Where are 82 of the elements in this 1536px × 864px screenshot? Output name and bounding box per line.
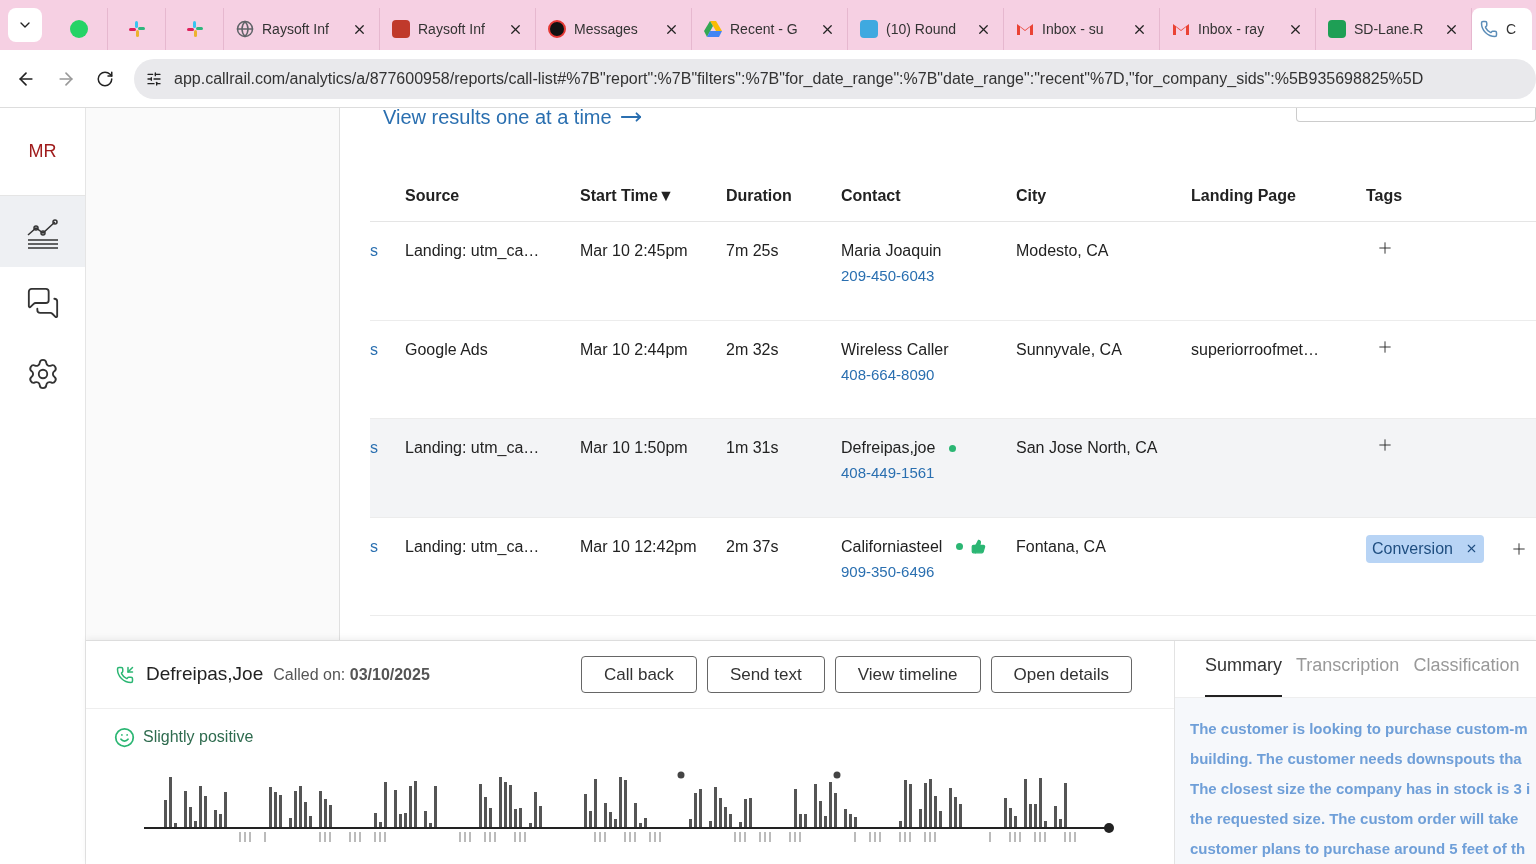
logo-icon: [392, 20, 410, 38]
phone-icon: [1480, 20, 1498, 38]
table-cell-text: Landing: utm_ca…: [405, 241, 541, 261]
tab-title: Raysoft Inf: [262, 19, 330, 39]
table-cell-text: Mar 10 1:50pm: [580, 438, 689, 458]
contact-name: Wireless Caller: [841, 339, 949, 360]
summary-line: building. The customer needs downspouts tha: [1190, 749, 1523, 769]
table-cell-text: 1m 31s: [726, 438, 780, 458]
contact-name: Californiasteel: [841, 536, 943, 557]
tab-title: (10) Round: [886, 19, 958, 39]
column-header[interactable]: Duration: [726, 183, 792, 208]
view-results-link[interactable]: View results one at a time: [383, 108, 642, 128]
table-cell-text: s: [370, 536, 379, 557]
table-cell-text: 7m 25s: [726, 241, 780, 261]
summary-line: the requested size. The custom order will take: [1190, 809, 1520, 829]
site-settings-icon[interactable]: [146, 70, 162, 87]
chat-icon: [25, 285, 60, 320]
action-button[interactable]: Call back: [580, 656, 697, 693]
table-cell-text: San Jose North, CA: [1016, 438, 1159, 458]
column-header[interactable]: Contact: [841, 183, 901, 208]
pinwheel-icon: [185, 20, 204, 38]
table-cell-text: s: [370, 241, 379, 261]
pinwheel-icon: [127, 20, 146, 38]
tab-title: Inbox - su: [1042, 19, 1105, 39]
tab-title: Inbox - ray: [1198, 19, 1266, 39]
incoming-call-icon: [116, 665, 134, 684]
globe-icon: [236, 20, 254, 38]
action-button[interactable]: View timeline: [834, 656, 981, 693]
phone-link[interactable]: 408-664-8090: [841, 363, 935, 386]
tag-label: Conversion: [1372, 538, 1453, 559]
table-cell-text: Fontana, CA: [1016, 536, 1107, 557]
table-cell-text: Landing: utm_ca…: [405, 438, 541, 458]
tab-title: C: [1506, 19, 1517, 39]
phone-link[interactable]: 408-449-1561: [841, 462, 935, 485]
summary-line: The closest size the company has in stock is 3 i: [1190, 779, 1532, 799]
summary-line: The customer is looking to purchase custom-m: [1190, 719, 1529, 739]
table-cell-text: 2m 32s: [726, 339, 780, 360]
phone-link[interactable]: 209-450-6043: [841, 265, 935, 288]
table-cell-text: Sunnyvale, CA: [1016, 339, 1123, 360]
called-on-text: Called on: 03/10/2025: [273, 664, 430, 685]
account-initials[interactable]: MR: [28, 138, 57, 165]
contact-name: Maria Joaquin: [841, 241, 942, 261]
tab-list-button[interactable]: [8, 8, 42, 42]
table-row[interactable]: s Landing: utm_ca… Mar 10 1:50pm 1m 31s Defreipas,joe 408-449-1561 San Jose North, CA: [370, 419, 1536, 518]
table-cell-text: 2m 37s: [726, 536, 780, 557]
table-cell-text: Mar 10 12:42pm: [580, 536, 698, 557]
caller-name: Defreipas,Joe: [146, 662, 264, 687]
smiley-icon: [114, 726, 135, 748]
table-cell-text: s: [370, 438, 379, 458]
browser-tab[interactable]: C: [1472, 8, 1532, 50]
table-cell-text: Google Ads: [405, 339, 489, 360]
add-tag-icon[interactable]: [1376, 239, 1394, 257]
input-field[interactable]: [1296, 108, 1536, 122]
column-header[interactable]: Landing Page: [1191, 183, 1296, 208]
tab-title: Raysoft Inf: [418, 19, 486, 39]
mail-icon: [1172, 22, 1190, 36]
contact-name: Defreipas,joe: [841, 438, 936, 458]
action-button[interactable]: Send text: [706, 656, 825, 693]
table-cell-text: s: [370, 339, 379, 360]
sentiment-label: Slightly positive: [143, 727, 254, 747]
table-cell-text: Modesto, CA: [1016, 241, 1110, 261]
table-cell-text: Mar 10 2:45pm: [580, 241, 689, 261]
table-cell-text: Mar 10 2:44pm: [580, 339, 689, 360]
triangle-icon: [704, 21, 722, 37]
tab-title: Recent - G: [730, 19, 799, 39]
url-text: app.callrail.com/analytics/a/877600958/reports/call-list#%7B"report":%7B"filters":%7B"for_date_range":%7B"date_range":"recent"%7D,"for_company_sids":%5B935698825%5D: [174, 68, 1424, 89]
table-cell-text: Landing: utm_ca…: [405, 536, 541, 557]
tab-title: SD-Lane.R: [1354, 19, 1425, 39]
summary-line: customer plans to purchase around 5 feet of th: [1190, 839, 1527, 859]
column-header[interactable]: Tags: [1366, 183, 1403, 208]
column-header[interactable]: Start Time▼: [580, 183, 674, 208]
column-header[interactable]: City: [1016, 183, 1047, 208]
nav-item[interactable]: [0, 196, 85, 267]
reload-icon[interactable]: [96, 69, 114, 88]
action-button[interactable]: Open details: [990, 656, 1132, 693]
add-tag-icon[interactable]: [1376, 436, 1394, 454]
phone-link[interactable]: 909-350-6496: [841, 560, 935, 583]
column-header[interactable]: Source: [405, 183, 460, 208]
mail-icon: [1016, 22, 1034, 36]
table-cell-text: superiorroofmet…: [1191, 339, 1321, 360]
tab-title: Messages: [574, 19, 639, 39]
address-bar[interactable]: app.callrail.com/analytics/a/877600958/reports/call-list#%7B"report":%7B"filters":%7B"for_date_range":%7B"date_range":"recent"%7D,"for_company_sids":%5B935698825%5D: [134, 58, 1536, 99]
